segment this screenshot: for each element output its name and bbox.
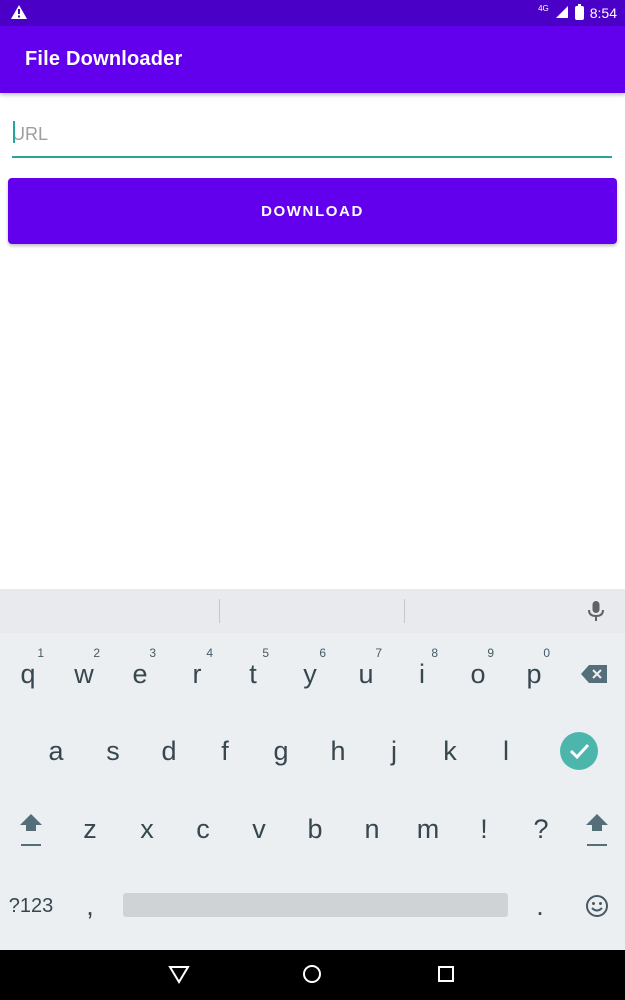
key-h[interactable]: h — [310, 723, 366, 779]
key-l[interactable]: l — [478, 723, 534, 779]
suggestion-divider — [404, 599, 405, 623]
key-c[interactable]: c — [175, 801, 231, 857]
app-title: File Downloader — [25, 48, 183, 70]
key-question[interactable]: ? — [513, 801, 569, 857]
emoji-icon[interactable] — [569, 878, 625, 934]
navigation-bar — [0, 950, 625, 1000]
key-x[interactable]: x — [119, 801, 175, 857]
key-e[interactable]: 3e — [112, 646, 168, 702]
key-period[interactable]: . — [512, 878, 568, 934]
key-r[interactable]: 4r — [169, 646, 225, 702]
done-key[interactable] — [560, 732, 598, 770]
soft-keyboard: 1q 2w 3e 4r 5t 6y 7u 8i 9o 0p a s d f g … — [0, 589, 625, 950]
warning-icon — [10, 4, 28, 25]
microphone-icon[interactable] — [586, 600, 606, 627]
shift-left-icon[interactable] — [3, 801, 59, 857]
key-u[interactable]: 7u — [338, 646, 394, 702]
text-cursor — [13, 121, 15, 143]
app-bar: File Downloader — [0, 26, 625, 93]
signal-icon — [555, 5, 569, 22]
key-d[interactable]: d — [141, 723, 197, 779]
key-w[interactable]: 2w — [56, 646, 112, 702]
key-i[interactable]: 8i — [394, 646, 450, 702]
status-bar: 4G 8:54 — [0, 0, 625, 26]
spacebar[interactable] — [123, 893, 508, 917]
back-icon[interactable] — [168, 964, 190, 989]
key-o[interactable]: 9o — [450, 646, 506, 702]
key-comma[interactable]: , — [62, 878, 118, 934]
key-s[interactable]: s — [85, 723, 141, 779]
suggestion-divider — [219, 599, 220, 623]
key-a[interactable]: a — [28, 723, 84, 779]
key-b[interactable]: b — [287, 801, 343, 857]
key-m[interactable]: m — [400, 801, 456, 857]
suggestion-strip — [0, 589, 625, 633]
symbols-key[interactable]: ?123 — [3, 878, 59, 934]
backspace-icon[interactable] — [566, 646, 622, 702]
key-v[interactable]: v — [231, 801, 287, 857]
key-f[interactable]: f — [197, 723, 253, 779]
check-icon — [569, 743, 590, 760]
key-n[interactable]: n — [344, 801, 400, 857]
download-button[interactable]: DOWNLOAD — [8, 178, 617, 244]
key-exclamation[interactable]: ! — [456, 801, 512, 857]
home-icon[interactable] — [302, 964, 322, 989]
key-y[interactable]: 6y — [282, 646, 338, 702]
clock: 8:54 — [589, 5, 617, 21]
network-type: 4G — [538, 3, 549, 13]
key-k[interactable]: k — [422, 723, 478, 779]
recents-icon[interactable] — [437, 964, 455, 989]
shift-right-icon[interactable] — [569, 801, 625, 857]
status-icons: 4G 8:54 — [538, 0, 617, 26]
key-q[interactable]: 1q — [0, 646, 56, 702]
key-p[interactable]: 0p — [506, 646, 562, 702]
url-input[interactable] — [12, 112, 612, 158]
battery-icon — [574, 4, 584, 20]
key-j[interactable]: j — [366, 723, 422, 779]
key-z[interactable]: z — [62, 801, 118, 857]
key-t[interactable]: 5t — [225, 646, 281, 702]
key-g[interactable]: g — [253, 723, 309, 779]
